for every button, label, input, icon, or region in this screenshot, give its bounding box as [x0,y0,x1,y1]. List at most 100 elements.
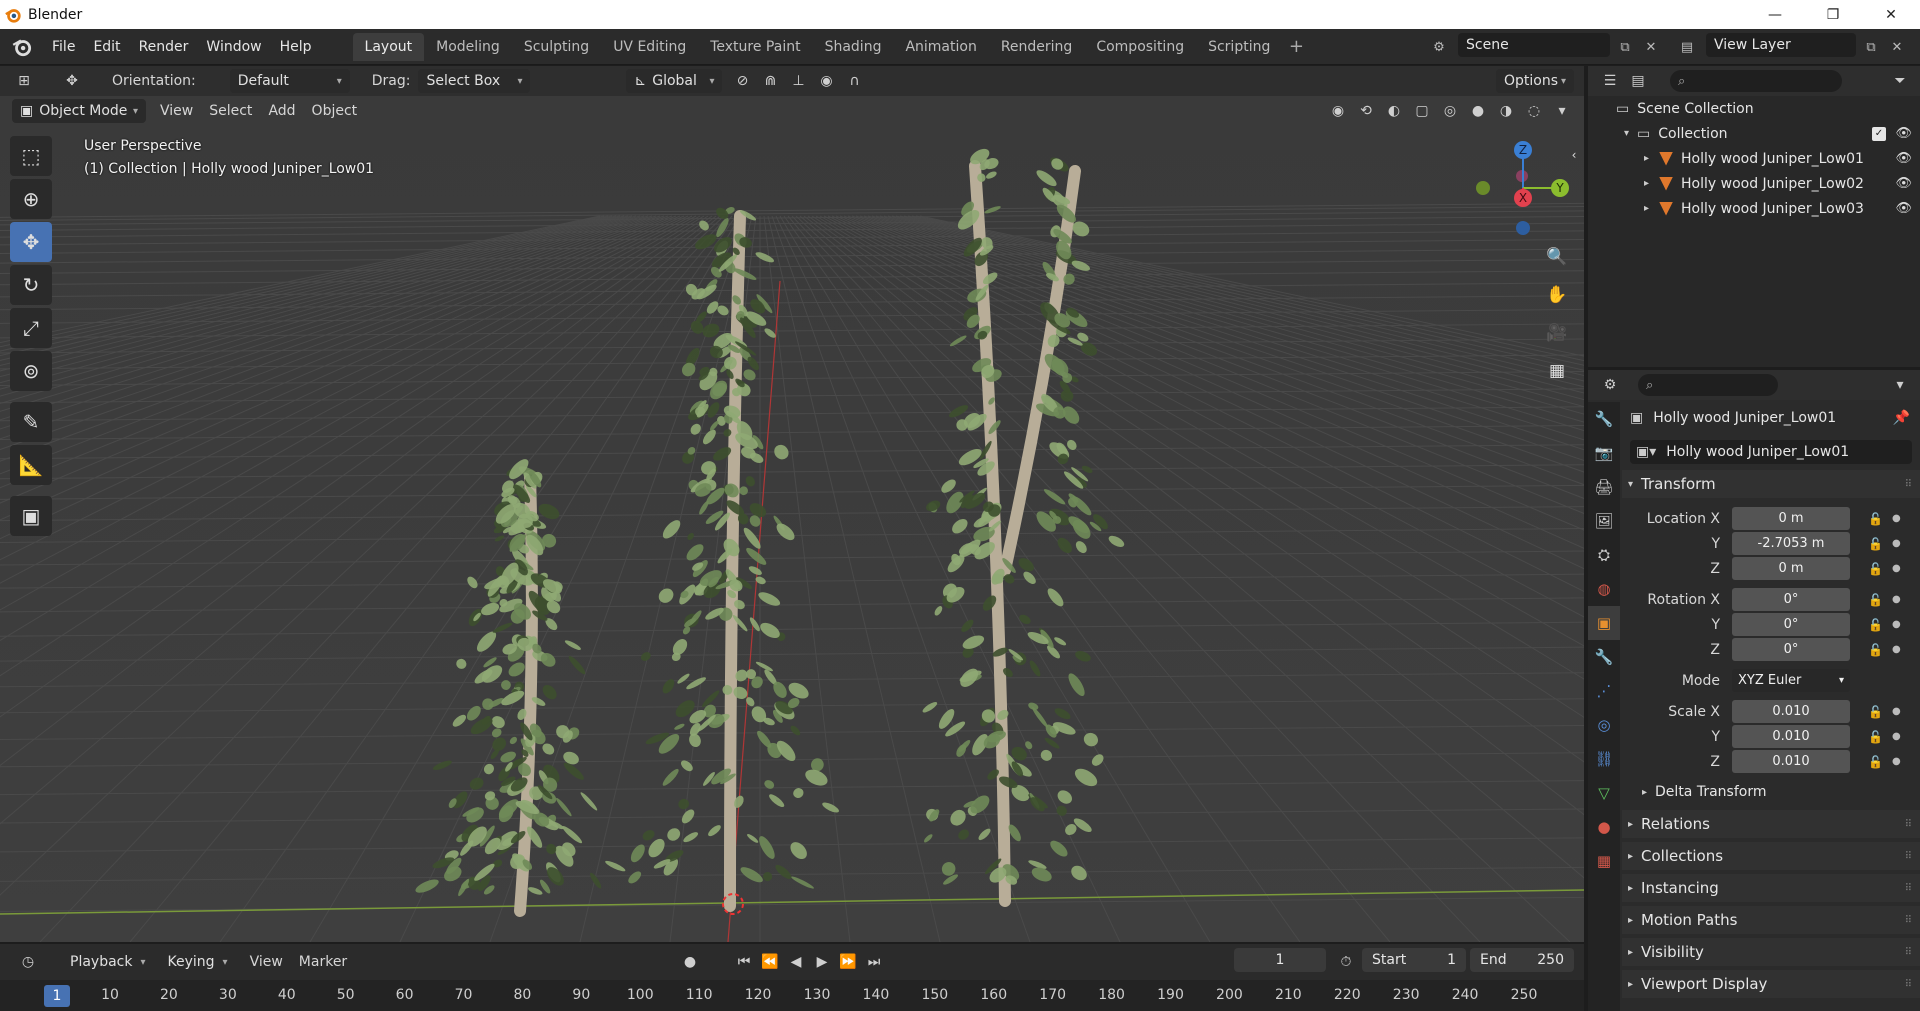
blender-menu-icon[interactable] [11,36,33,58]
options-dropdown[interactable]: Options ▾ [1496,69,1574,93]
filter-icon[interactable]: ⏷ [1886,69,1914,93]
location-y-value[interactable]: -2.7053 m [1732,532,1850,555]
rotation-mode-dropdown[interactable]: XYZ Euler ▾ [1732,669,1850,692]
tree-models[interactable] [0,66,1584,942]
view-layer-tab-icon[interactable]: 🖼 [1588,504,1620,538]
data-tab-icon[interactable]: ▽ [1588,776,1620,810]
keyframe-dot-icon[interactable]: ● [1892,731,1901,742]
menu-edit[interactable]: Edit [84,34,129,60]
expand-object-icon[interactable]: ▸ [1644,178,1649,189]
drag-handle-icon[interactable]: ⠿ [1905,947,1912,958]
viewport-menu-add[interactable]: Add [260,103,303,119]
outliner-scene-collection[interactable]: ▭ Scene Collection [1588,96,1920,121]
minimize-button[interactable]: — [1746,0,1804,29]
neg-z-handle[interactable] [1516,221,1530,235]
relations-panel-header[interactable]: ▸ Relations ⠿ [1622,810,1920,838]
pan-hand-icon[interactable]: ✋ [1543,281,1571,309]
viewport-menu-select[interactable]: Select [201,103,260,119]
3d-viewport[interactable]: ⊞ ✥ Orientation: Default ▾ Drag: Select B… [0,66,1584,942]
outliner-object-row[interactable]: ▸ Holly wood Juniper_Low01 👁 [1588,146,1920,171]
next-keyframe-icon[interactable]: ⏩ [834,950,862,974]
jump-start-icon[interactable]: ⏮ [730,950,758,974]
tab-animation[interactable]: Animation [893,33,988,61]
sidebar-toggle-icon[interactable]: ‹ [1566,141,1582,169]
menu-help[interactable]: Help [271,34,321,60]
pivot-point-icon[interactable]: ⊘ [728,69,756,93]
tree-model-3[interactable] [921,146,1126,907]
instancing-panel-header[interactable]: ▸ Instancing ⠿ [1622,874,1920,902]
drag-handle-icon[interactable]: ⠿ [1905,851,1912,862]
lock-icon[interactable]: 🔓 [1868,537,1883,551]
lock-icon[interactable]: 🔓 [1868,705,1883,719]
rotation-y-value[interactable]: 0° [1732,613,1850,636]
drag-handle-icon[interactable]: ⠿ [1905,979,1912,990]
transform-tool[interactable]: ⊚ [10,351,52,391]
material-shading-icon[interactable]: ◑ [1492,99,1520,123]
keyframe-dot-icon[interactable]: ● [1892,619,1901,630]
view-layer-icon[interactable]: ▤ [1676,36,1698,58]
keyframe-dot-icon[interactable]: ● [1892,644,1901,655]
outliner-search-input[interactable]: ⌕ [1670,70,1842,92]
collections-panel-header[interactable]: ▸ Collections ⠿ [1622,842,1920,870]
scale-tool[interactable]: ⤢ [10,308,52,348]
constraints-tab-icon[interactable]: ⛓ [1588,742,1620,776]
expand-collection-icon[interactable]: ▾ [1624,128,1629,139]
tab-modeling[interactable]: Modeling [424,33,512,61]
texture-tab-icon[interactable]: ▦ [1588,844,1620,878]
collection-enable-checkbox[interactable]: ✓ [1872,126,1886,141]
overlays-icon[interactable]: ◐ [1380,99,1408,123]
particles-tab-icon[interactable]: ⋰ [1588,674,1620,708]
keyframe-dot-icon[interactable]: ● [1892,594,1901,605]
properties-options-icon[interactable]: ▾ [1886,373,1914,397]
start-frame-field[interactable]: Start 1 [1362,948,1466,972]
physics-tab-icon[interactable]: ◎ [1588,708,1620,742]
object-eye-icon[interactable]: 👁 [1895,151,1912,166]
navigation-gizmo[interactable]: Z Y X [1465,136,1575,246]
move-tool[interactable]: ✥ [10,222,52,262]
tab-compositing[interactable]: Compositing [1084,33,1196,61]
material-tab-icon[interactable]: ● [1588,810,1620,844]
location-x-value[interactable]: 0 m [1732,507,1850,530]
drag-handle-icon[interactable]: ⠿ [1905,883,1912,894]
snap-icon[interactable]: ⋒ [756,69,784,93]
outliner-object-row[interactable]: ▸ Holly wood Juniper_Low02 👁 [1588,171,1920,196]
motion-paths-panel-header[interactable]: ▸ Motion Paths ⠿ [1622,906,1920,934]
lock-icon[interactable]: 🔓 [1868,512,1883,526]
tab-sculpting[interactable]: Sculpting [512,33,601,61]
current-frame-field[interactable]: 1 [1234,948,1326,972]
neg-y-handle[interactable] [1476,181,1490,195]
properties-search-input[interactable]: ⌕ [1638,374,1778,396]
object-eye-icon[interactable]: 👁 [1895,176,1912,191]
lock-icon[interactable]: 🔓 [1868,618,1883,632]
timeline-marker-menu[interactable]: Marker [291,954,355,970]
tab-layout[interactable]: Layout [352,32,425,61]
outliner-object-row[interactable]: ▸ Holly wood Juniper_Low03 👁 [1588,196,1920,221]
scale-x-value[interactable]: 0.010 [1732,700,1850,723]
object-tab-icon[interactable]: ▣ [1588,606,1620,640]
solid-shading-icon[interactable]: ● [1464,99,1492,123]
render-tab-icon[interactable]: 📷 [1588,436,1620,470]
transform-panel-header[interactable]: ▾ Transform ⠿ [1622,470,1920,498]
end-frame-field[interactable]: End 250 [1470,948,1574,972]
scene-field[interactable]: Scene [1458,33,1610,57]
world-tab-icon[interactable]: ◍ [1588,572,1620,606]
viewport-menu-object[interactable]: Object [304,103,366,119]
select-box-tool[interactable]: ⬚ [10,136,52,176]
lock-icon[interactable]: 🔓 [1868,643,1883,657]
viewport-display-panel-header[interactable]: ▸ Viewport Display ⠿ [1622,970,1920,998]
view-layer-field[interactable]: View Layer [1706,33,1856,57]
keyframe-dot-icon[interactable]: ● [1892,706,1901,717]
keyframe-dot-icon[interactable]: ● [1892,538,1901,549]
visibility-icon[interactable]: ◉ [1324,99,1352,123]
pin-icon[interactable]: 📌 [1893,410,1910,426]
tool-tab-icon[interactable]: 🔧 [1588,402,1620,436]
outliner-collection[interactable]: ▾ ▭ Collection ✓ 👁 [1588,121,1920,146]
collection-eye-icon[interactable]: 👁 [1895,126,1912,141]
new-view-layer-icon[interactable]: ⧉ [1860,36,1882,58]
wireframe-shading-icon[interactable]: ◎ [1436,99,1464,123]
menu-render[interactable]: Render [130,34,198,60]
object-name-field[interactable]: ▣▾ Holly wood Juniper_Low01 [1630,440,1912,464]
location-z-value[interactable]: 0 m [1732,557,1850,580]
tab-uv-editing[interactable]: UV Editing [601,33,698,61]
transform-orientation-dropdown[interactable]: ⊾ Global ▾ [626,69,723,93]
